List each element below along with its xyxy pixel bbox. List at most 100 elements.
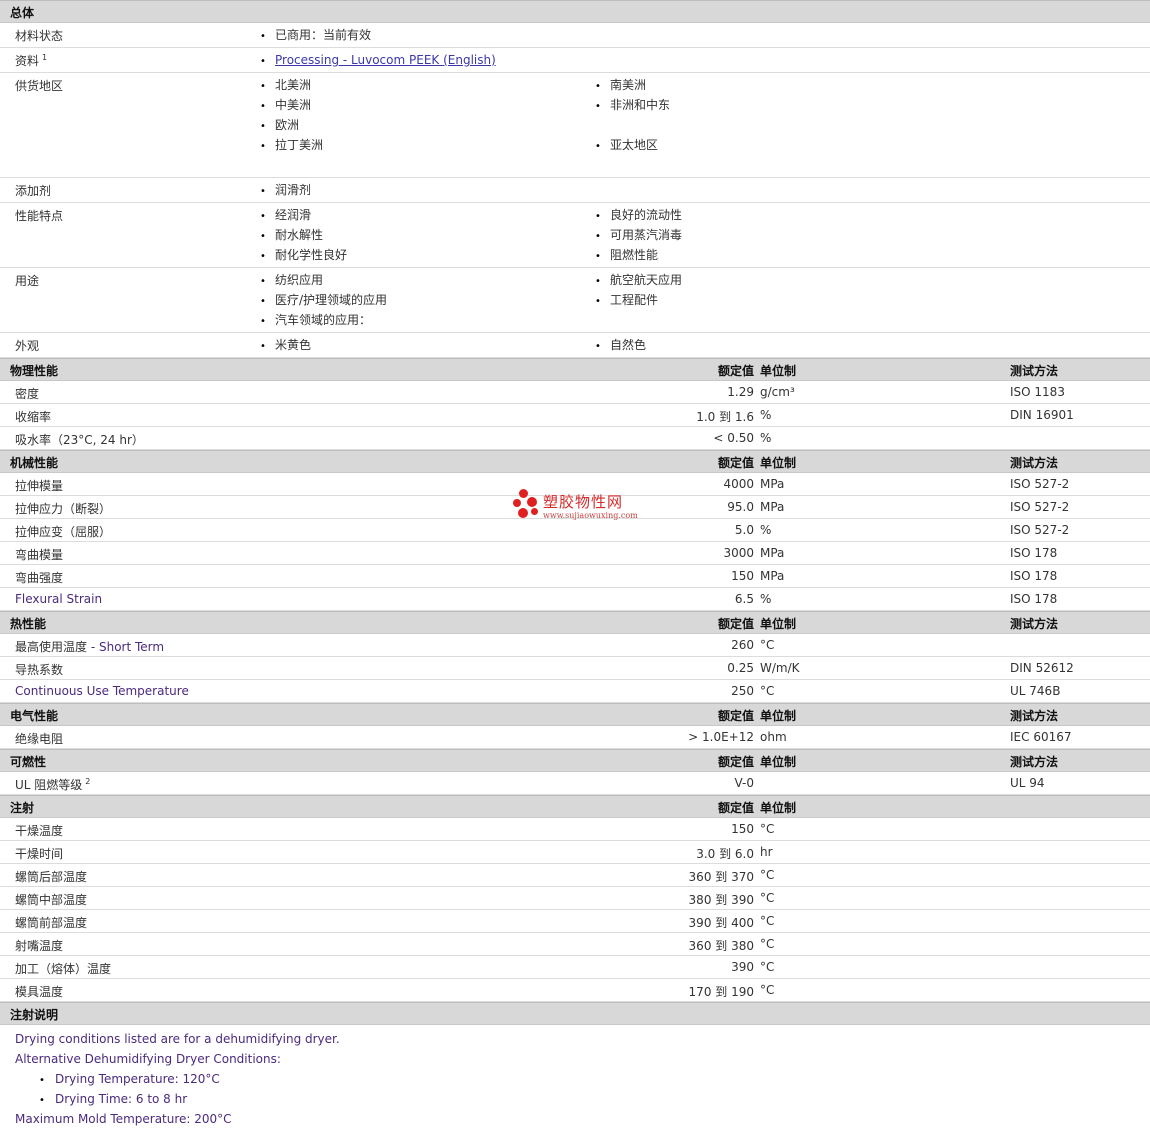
property-unit: hr (760, 845, 773, 859)
bullet-list: 经润滑 良好的流动性耐水解性 可用蒸汽消毒耐化学性良好 阻燃性能 (260, 203, 1150, 267)
property-row: 导热系数 0.25 W/m/K DIN 52612 (0, 657, 1150, 680)
list-item-text: 中美洲 (275, 98, 312, 112)
list-item: 润滑剂 (260, 180, 595, 200)
section-title: 电气性能 (10, 709, 59, 723)
property-value: 380 到 390 (688, 893, 754, 907)
general-row: 供货地区 北美洲 南美洲中美洲 非洲和中东欧洲拉丁美洲 亚太地区 (0, 73, 1150, 178)
property-label: 模具温度 (15, 983, 63, 1000)
list-item: 医疗/护理领域的应用 (260, 290, 595, 310)
property-label: 螺筒前部温度 (15, 914, 87, 931)
column-header-test: 测试方法 (1010, 456, 1059, 470)
property-label: UL 阻燃等级 2 (15, 776, 90, 793)
property-unit: ohm (760, 730, 787, 744)
note-bullet: Drying Temperature: 120°C (15, 1069, 1150, 1089)
section-header-general: 总体 (0, 0, 1150, 23)
list-item: Processing - Luvocom PEEK (English) (260, 50, 595, 70)
test-method: ISO 178 (1010, 569, 1058, 583)
property-unit: °C (760, 960, 775, 974)
property-label-condition: - Short Term (87, 640, 165, 654)
section-header-thermal: 热性能 额定值 单位制 测试方法 (0, 611, 1150, 634)
property-label: 弯曲强度 (15, 569, 63, 586)
list-item: 可用蒸汽消毒 (595, 225, 930, 245)
test-method: IEC 60167 (1010, 730, 1072, 744)
property-row: UL 阻燃等级 2 V-0 UL 94 (0, 772, 1150, 795)
property-row: 螺筒前部温度 390 到 400 °C (0, 910, 1150, 933)
property-value: 360 到 370 (688, 870, 754, 884)
property-unit: g/cm³ (760, 385, 795, 399)
column-header-value: 额定值 (717, 617, 754, 631)
list-item: 耐化学性良好 (260, 245, 595, 265)
list-item-text: 南美洲 (610, 78, 647, 92)
property-row: 干燥温度 150 °C (0, 818, 1150, 841)
property-label-text: 密度 (15, 387, 40, 401)
property-label: 密度 (15, 385, 39, 402)
note-line: Maximum Mold Temperature: 200°C (15, 1112, 232, 1126)
list-item: 欧洲 (260, 115, 595, 135)
test-method: ISO 178 (1010, 592, 1058, 606)
property-unit: % (760, 592, 772, 606)
property-label: 螺筒后部温度 (15, 868, 87, 885)
row-label-text: 用途 (15, 274, 40, 288)
list-item: 耐水解性 (260, 225, 595, 245)
general-row: 用途 纺织应用 航空航天应用医疗/护理领域的应用 工程配件汽车领域的应用： (0, 268, 1150, 333)
property-value: 360 到 380 (688, 939, 754, 953)
property-label-text: 加工（熔体）温度 (15, 962, 112, 976)
list-item: 汽车领域的应用： (260, 310, 595, 330)
property-unit: °C (760, 868, 775, 882)
property-row: 收缩率 1.0 到 1.6% DIN 16901 (0, 404, 1150, 427)
column-header-value: 额定值 (717, 709, 754, 723)
property-value: 1.29 (727, 385, 754, 399)
bullet-list: 北美洲 南美洲中美洲 非洲和中东欧洲拉丁美洲 亚太地区 (260, 73, 1150, 177)
test-method: ISO 178 (1010, 546, 1058, 560)
property-row: Continuous Use Temperature 250 °C UL 746B (0, 680, 1150, 703)
list-item: 自然色 (595, 335, 930, 355)
general-rows: 材料状态 已商用：当前有效资料1 Processing - Luvocom PEEK… (0, 23, 1150, 358)
test-method: DIN 16901 (1010, 408, 1074, 422)
property-label-text: 弯曲模量 (15, 548, 64, 562)
property-value: 390 (731, 960, 754, 974)
list-item: 工程配件 (595, 290, 930, 310)
property-unit: % (760, 523, 772, 537)
list-item-text: 经润滑 (275, 208, 312, 222)
row-label: 资料 1 (15, 52, 47, 69)
property-label-text: 绝缘电阻 (15, 732, 64, 746)
property-label: 绝缘电阻 (15, 730, 63, 747)
property-unit: °C (760, 914, 775, 928)
row-label: 用途 (15, 272, 39, 289)
property-label-text: 收缩率 (15, 410, 52, 424)
bullet-list: 已商用：当前有效 (260, 23, 1150, 47)
row-label-text: 外观 (15, 339, 40, 353)
property-value: 250 (731, 684, 754, 698)
list-item: 米黄色 (260, 335, 595, 355)
property-label: 拉伸应变（屈服） (15, 523, 111, 540)
test-method: ISO 527-2 (1010, 477, 1070, 491)
test-method: UL 746B (1010, 684, 1061, 698)
column-header-value: 额定值 (717, 364, 754, 378)
property-value: 3000 (723, 546, 754, 560)
test-method: UL 94 (1010, 776, 1045, 790)
section-title: 热性能 (10, 617, 47, 631)
property-label: 干燥温度 (15, 822, 63, 839)
property-value: 1.0 到 1.6 (696, 410, 754, 424)
property-value: 95.0 (727, 500, 754, 514)
property-unit: °C (760, 684, 775, 698)
row-label-text: 性能特点 (15, 209, 64, 223)
list-item: 中美洲 (260, 95, 595, 115)
property-value: 6.5 (734, 592, 754, 606)
general-row: 性能特点 经润滑 良好的流动性耐水解性 可用蒸汽消毒耐化学性良好 阻燃性能 (0, 203, 1150, 268)
property-unit: °C (760, 983, 775, 997)
list-item-text: 耐水解性 (275, 228, 324, 242)
property-value: 260 (731, 638, 754, 652)
list-item: 南美洲 (595, 75, 930, 95)
test-method: ISO 527-2 (1010, 523, 1070, 537)
document-link[interactable]: Processing - Luvocom PEEK (English) (275, 53, 496, 67)
section-header-flammability: 可燃性 额定值 单位制 测试方法 (0, 749, 1150, 772)
general-row: 资料1 Processing - Luvocom PEEK (English) (0, 48, 1150, 73)
property-label-text: 干燥时间 (15, 847, 64, 861)
list-item-text: 耐化学性良好 (275, 248, 348, 262)
list-item-text: 欧洲 (275, 118, 300, 132)
row-label: 材料状态 (15, 27, 63, 44)
property-label-text: 拉伸应变（屈服） (15, 525, 112, 539)
list-item: 纺织应用 (260, 270, 595, 290)
list-item-text: 已商用：当前有效 (275, 28, 372, 42)
